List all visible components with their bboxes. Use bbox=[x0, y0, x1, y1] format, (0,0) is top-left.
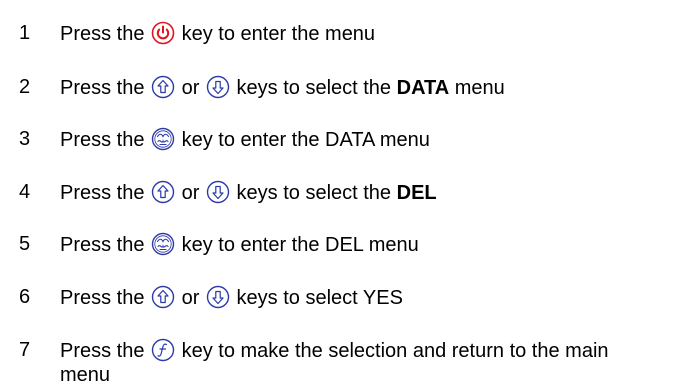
step-number: 4 bbox=[19, 181, 31, 203]
step-text-middle: or bbox=[181, 77, 200, 99]
step-text: Press the key to enter the menu bbox=[60, 21, 680, 46]
step-text-before: Press the bbox=[60, 23, 145, 45]
step-number: 1 bbox=[19, 22, 31, 44]
step-text-before: Press the bbox=[60, 287, 145, 309]
step-text-after: keys to select YES bbox=[236, 287, 403, 309]
step-text: Press the or keys to select the DEL bbox=[60, 180, 680, 205]
step-number: 6 bbox=[19, 286, 31, 308]
up-arrow-key-icon bbox=[151, 285, 175, 309]
step-number: 2 bbox=[19, 76, 31, 98]
step-text-tail: menu bbox=[454, 77, 505, 99]
step-text-after: key to enter the DATA menu bbox=[181, 129, 430, 151]
step-text-bold: DATA bbox=[396, 77, 450, 99]
enter-key-icon bbox=[151, 127, 175, 151]
step-text-after: key to enter the menu bbox=[181, 23, 376, 45]
step-text-before: Press the bbox=[60, 77, 145, 99]
down-arrow-key-icon bbox=[206, 285, 230, 309]
step-text-after: keys to select the bbox=[236, 77, 392, 99]
step-text-before: Press the bbox=[60, 340, 145, 362]
up-arrow-key-icon bbox=[151, 75, 175, 99]
step-number: 5 bbox=[19, 233, 31, 255]
power-key-icon bbox=[151, 21, 175, 45]
down-arrow-key-icon bbox=[206, 75, 230, 99]
down-arrow-key-icon bbox=[206, 180, 230, 204]
instruction-steps: 1 Press the key to enter the menu 2 Pres… bbox=[0, 0, 687, 391]
step-text-bold: DEL bbox=[396, 182, 437, 204]
step-text: Press the key to enter the DEL menu bbox=[60, 232, 680, 257]
step-text: Press the or keys to select YES bbox=[60, 285, 680, 310]
step-number: 3 bbox=[19, 128, 31, 150]
step-text-before: Press the bbox=[60, 182, 145, 204]
step-text-after: keys to select the bbox=[236, 182, 392, 204]
step-text: Press the key to make the selection and … bbox=[60, 338, 660, 387]
step-text-middle: or bbox=[181, 182, 200, 204]
step-text-after: key to enter the DEL menu bbox=[181, 234, 419, 256]
up-arrow-key-icon bbox=[151, 180, 175, 204]
step-text-before: Press the bbox=[60, 234, 145, 256]
function-key-icon bbox=[151, 338, 175, 362]
step-text: Press the or keys to select the DATA men… bbox=[60, 75, 680, 100]
step-text-middle: or bbox=[181, 287, 200, 309]
step-number: 7 bbox=[19, 339, 31, 361]
enter-key-icon bbox=[151, 232, 175, 256]
step-text: Press the key to enter the DATA menu bbox=[60, 127, 680, 152]
step-text-before: Press the bbox=[60, 129, 145, 151]
